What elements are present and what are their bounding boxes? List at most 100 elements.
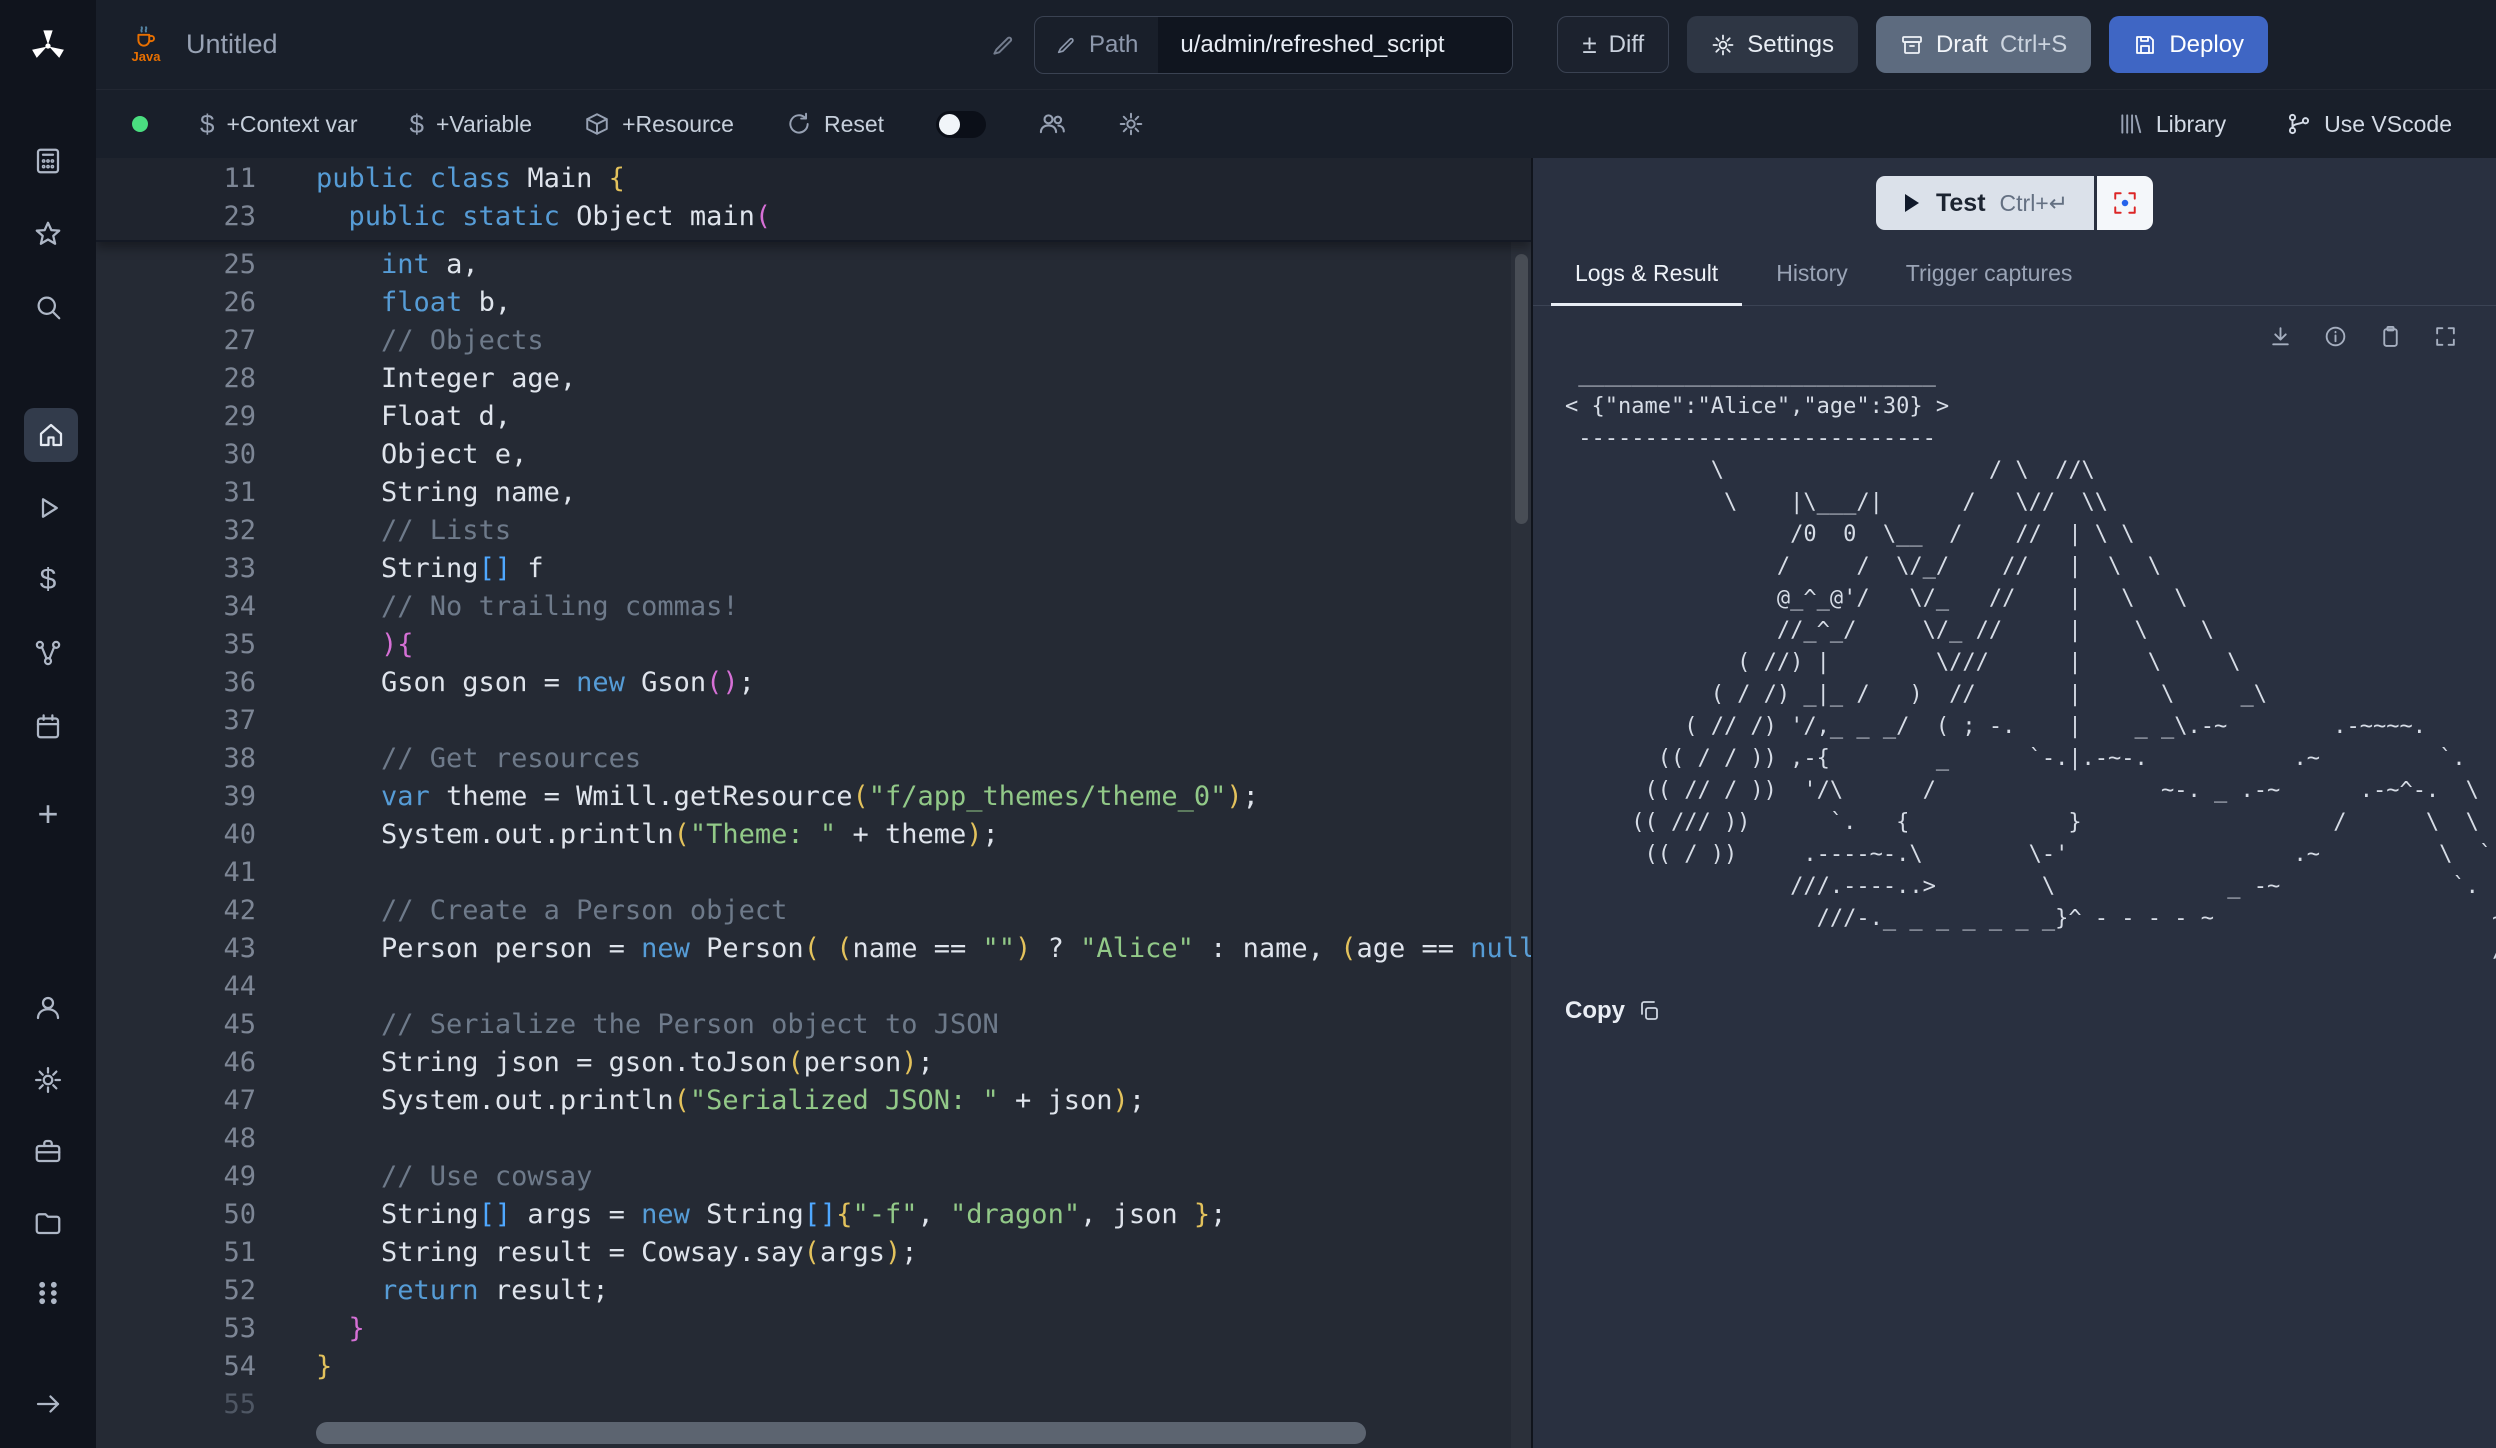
code-text: Object e, [256,436,527,474]
code-line[interactable]: 43 Person person = new Person( (name == … [96,930,1531,968]
add-resource-button[interactable]: +Resource [584,111,734,138]
code-line[interactable]: 41 [96,854,1531,892]
test-row: Test Ctrl+↵ [1533,176,2496,230]
sidebar-item-groups[interactable] [24,1269,72,1317]
line-number: 11 [96,160,256,198]
tab-history[interactable]: History [1752,246,1872,305]
code-line[interactable]: 47 System.out.println("Serialized JSON: … [96,1082,1531,1120]
line-number: 42 [96,892,256,930]
copy-result-icon[interactable] [2378,324,2403,349]
code-line[interactable]: 51 String result = Cowsay.say(args); [96,1234,1531,1272]
test-button[interactable]: Test Ctrl+↵ [1876,176,2094,230]
draft-button[interactable]: Draft Ctrl+S [1876,16,2091,73]
clipboard-copy-icon[interactable] [1637,999,1661,1023]
tab-logs-result[interactable]: Logs & Result [1551,246,1742,306]
code-line[interactable]: 25 int a, [96,246,1531,284]
capture-button[interactable] [2097,176,2153,230]
sidebar-item-settings[interactable] [24,1056,72,1104]
sidebar-item-home[interactable] [24,408,78,462]
code-line[interactable]: 32 // Lists [96,512,1531,550]
settings-button[interactable]: Settings [1687,16,1858,73]
reset-button[interactable]: Reset [786,111,884,138]
code-line[interactable]: 49 // Use cowsay [96,1158,1531,1196]
sidebar: $ + [0,0,96,1448]
sidebar-item-schedules[interactable] [24,702,72,750]
result-toolbar-icons [1533,306,2496,351]
code-line[interactable]: 26 float b, [96,284,1531,322]
code-line[interactable]: 39 var theme = Wmill.getResource("f/app_… [96,778,1531,816]
reset-label: Reset [824,111,884,138]
code-line[interactable]: 40 System.out.println("Theme: " + theme)… [96,816,1531,854]
play-icon [1902,192,1922,214]
code-line[interactable]: 53 } [96,1310,1531,1348]
favorites-button[interactable] [24,210,72,258]
vertical-scrollbar[interactable] [1515,254,1528,524]
tab-trigger-captures[interactable]: Trigger captures [1882,246,2097,305]
archive-icon [1900,33,1924,57]
diff-button[interactable]: ± Diff [1557,16,1669,73]
code-line[interactable]: 34 // No trailing commas! [96,588,1531,626]
editor-toolbar: $ +Context var $ +Variable +Resource Res… [96,90,2496,158]
sidebar-item-folders[interactable] [24,1199,72,1247]
sidebar-item-resources[interactable] [24,629,72,677]
code-line[interactable]: 38 // Get resources [96,740,1531,778]
line-number: 26 [96,284,256,322]
language-badge-label: Java [132,49,161,64]
line-number: 51 [96,1234,256,1272]
path-input[interactable] [1158,17,1512,73]
diff-button-label: Diff [1609,31,1645,59]
code-line[interactable]: 55 [96,1386,1531,1424]
add-button[interactable]: + [24,790,72,838]
result-output: ___________________________ < {"name":"A… [1565,359,2496,967]
script-title-group [186,29,1016,60]
deploy-button[interactable]: Deploy [2109,16,2268,73]
code-line[interactable]: 31 String name, [96,474,1531,512]
code-line[interactable]: 50 String[] args = new String[]{"-f", "d… [96,1196,1531,1234]
script-title-input[interactable] [186,29,976,60]
code-text: System.out.println("Serialized JSON: " +… [256,1082,1145,1120]
info-icon[interactable] [2323,324,2348,349]
sidebar-item-variables[interactable]: $ [24,556,72,604]
search-button[interactable] [24,283,72,331]
windmill-logo-icon[interactable] [22,20,74,72]
sidebar-item-users[interactable] [24,984,72,1032]
copy-label[interactable]: Copy [1565,997,1625,1025]
code-line[interactable]: 42 // Create a Person object [96,892,1531,930]
collapse-sidebar-button[interactable] [24,1380,72,1428]
code-text: // No trailing commas! [256,588,739,626]
expand-icon[interactable] [2433,324,2458,349]
code-line[interactable]: 36 Gson gson = new Gson(); [96,664,1531,702]
editor-settings-button[interactable] [1118,111,1144,137]
code-line[interactable]: 54} [96,1348,1531,1386]
edit-title-pencil-icon[interactable] [990,32,1016,58]
use-vscode-button[interactable]: Use VScode [2286,111,2452,138]
code-line[interactable]: 33 String[] f [96,550,1531,588]
code-text: Integer age, [256,360,576,398]
sidebar-item-runs[interactable] [24,484,72,532]
calendar-icon [33,711,63,741]
code-line[interactable]: 27 // Objects [96,322,1531,360]
code-line[interactable]: 46 String json = gson.toJson(person); [96,1044,1531,1082]
code-line[interactable]: 23 public static Object main( [96,198,1531,236]
code-line[interactable]: 28 Integer age, [96,360,1531,398]
code-line[interactable]: 48 [96,1120,1531,1158]
add-context-var-button[interactable]: $ +Context var [200,109,358,140]
code-text: int a, [256,246,479,284]
download-icon[interactable] [2268,324,2293,349]
library-button[interactable]: Library [2118,111,2226,138]
code-line[interactable]: 35 ){ [96,626,1531,664]
apps-button[interactable] [24,137,72,185]
code-line[interactable]: 37 [96,702,1531,740]
collaborators-button[interactable] [1038,110,1066,138]
code-line[interactable]: 29 Float d, [96,398,1531,436]
horizontal-scrollbar[interactable] [316,1422,1366,1444]
sidebar-item-workers[interactable] [24,1127,72,1175]
code-line[interactable]: 30 Object e, [96,436,1531,474]
code-line[interactable]: 44 [96,968,1531,1006]
assistant-toggle[interactable] [936,111,986,138]
code-line[interactable]: 11public class Main { [96,160,1531,198]
add-variable-button[interactable]: $ +Variable [410,109,533,140]
code-editor[interactable]: 11public class Main {23 public static Ob… [96,158,1531,1448]
code-line[interactable]: 52 return result; [96,1272,1531,1310]
code-line[interactable]: 45 // Serialize the Person object to JSO… [96,1006,1531,1044]
